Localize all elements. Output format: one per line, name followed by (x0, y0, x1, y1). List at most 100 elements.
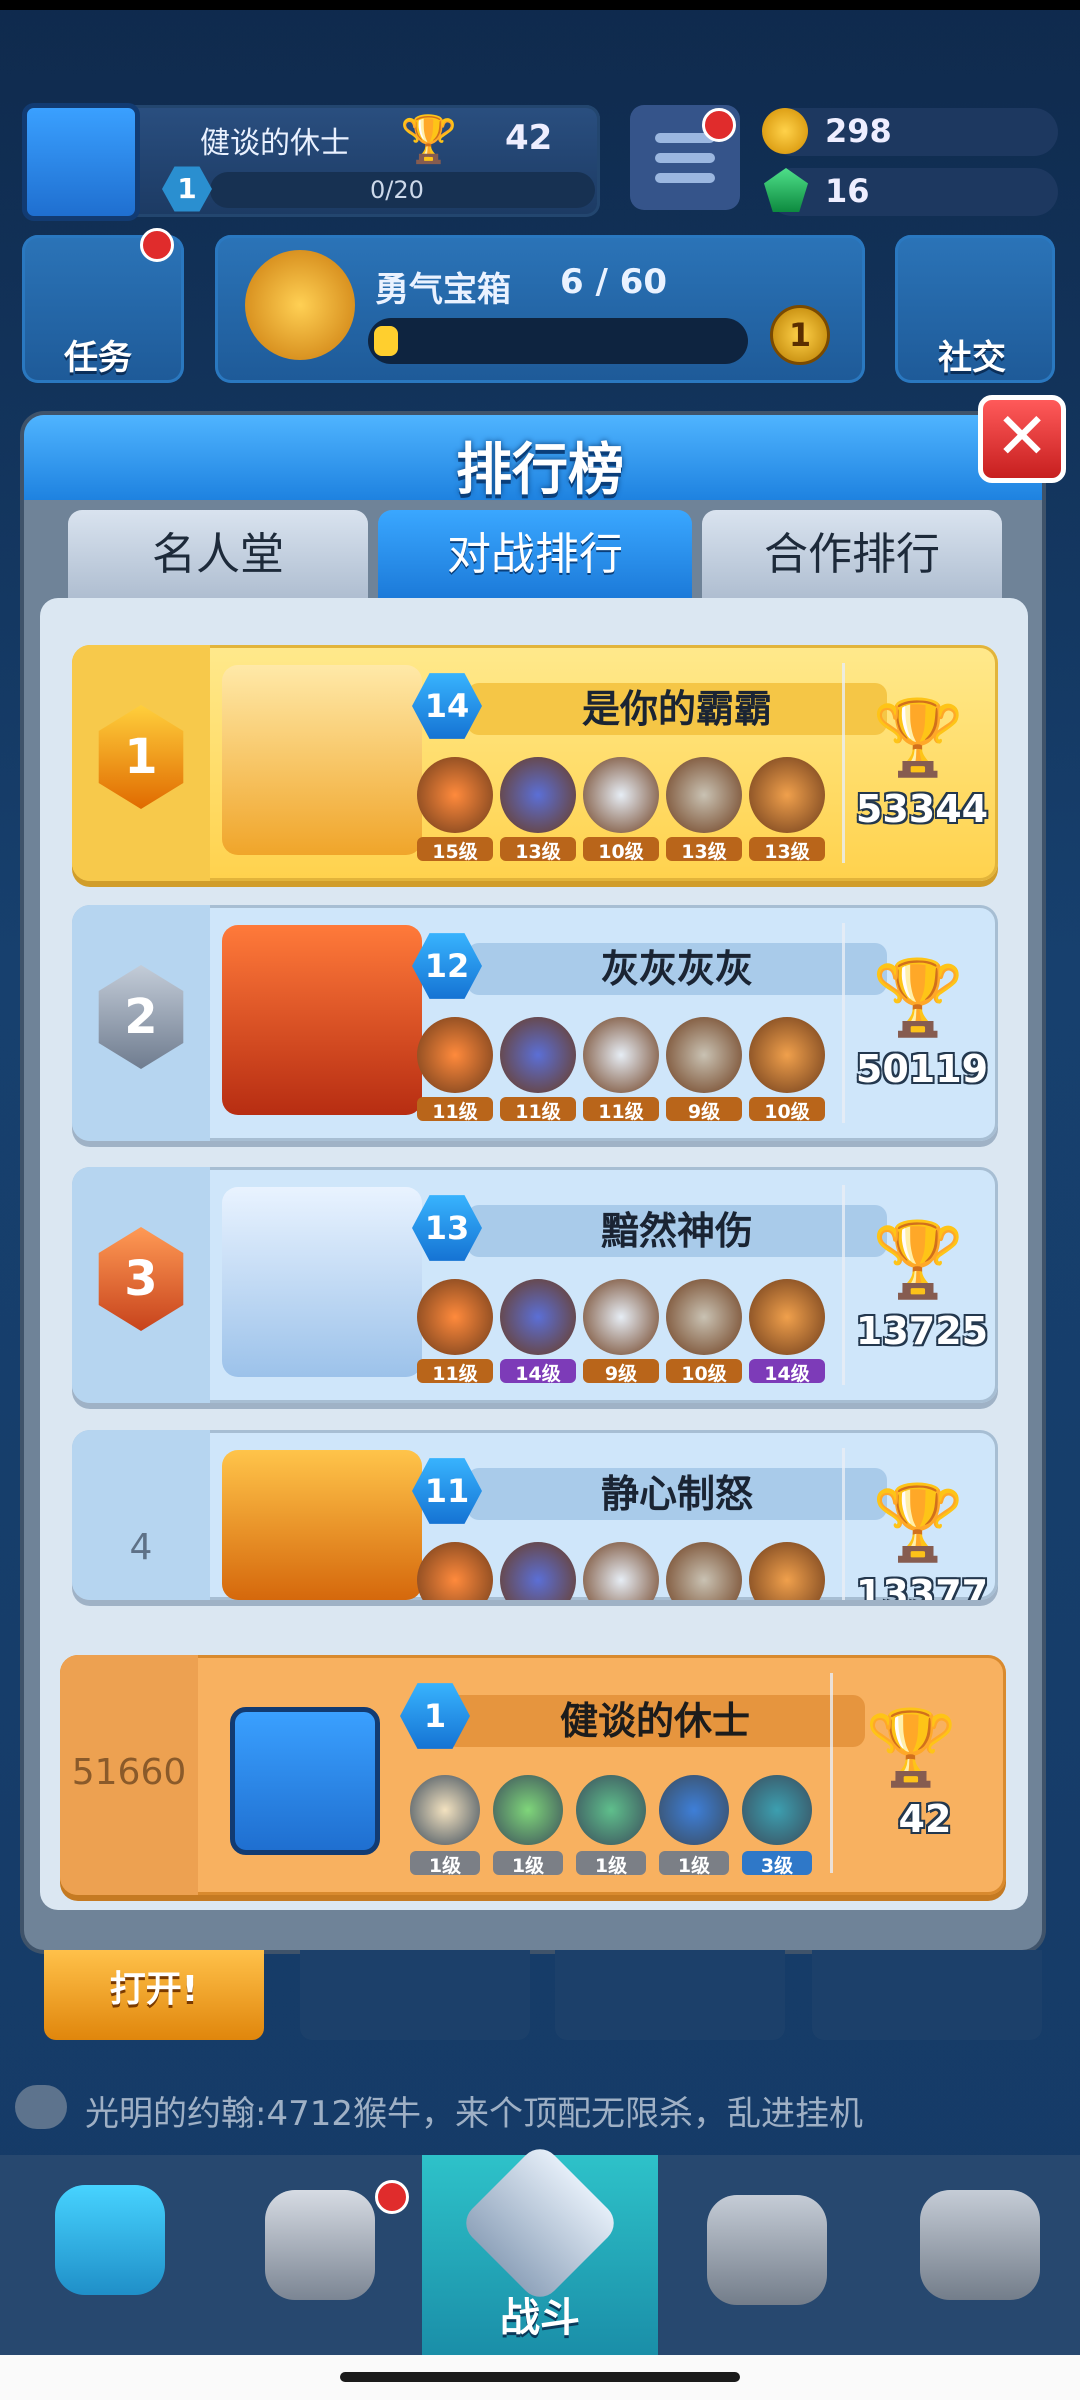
hero-icon (410, 1775, 480, 1845)
player-portrait (222, 925, 422, 1115)
divider (842, 1448, 845, 1600)
hero-icon (749, 1542, 825, 1600)
hero-icon (417, 1279, 493, 1355)
nav-rank[interactable] (662, 2160, 872, 2350)
sprout-box-icon (920, 2190, 1040, 2300)
chest-key-count: 1 (770, 305, 830, 365)
hero-level-label: 15级 (417, 837, 493, 863)
divider (842, 923, 845, 1123)
nav-base[interactable] (875, 2160, 1080, 2350)
gem-counter[interactable] (768, 168, 1058, 216)
tab-hall-of-fame[interactable]: 名人堂 (68, 510, 368, 600)
hero-level-label: 11级 (417, 1097, 493, 1123)
leaderboard-row[interactable]: 2 灰灰灰灰 12 11级 11级 11级 9级 10级 🏆 50119 (72, 905, 998, 1141)
trophy-icon: 🏆 (865, 1705, 958, 1791)
menu-line-icon (655, 153, 715, 163)
hero-level-label: 11级 (500, 1097, 576, 1123)
player-score: 50119 (855, 1047, 989, 1091)
coin-icon (762, 108, 808, 154)
my-rank-row[interactable]: 51660 健谈的休士 1 1级 1级 1级 1级 3级 🏆 42 (60, 1655, 1006, 1895)
player-name: 灰灰灰灰 (467, 943, 887, 995)
hero-icon (493, 1775, 563, 1845)
hero-level-label: 13级 (666, 837, 742, 863)
player-score: 13377 (855, 1572, 989, 1600)
chat-bubble-icon[interactable] (15, 2085, 67, 2129)
hero-icon (500, 1017, 576, 1093)
menu-line-icon (655, 173, 715, 183)
hero-icon (583, 1017, 659, 1093)
notification-dot (702, 108, 736, 142)
chest-title: 勇气宝箱 (375, 270, 511, 310)
hero-level-label: 11级 (417, 1359, 493, 1385)
nav-shop[interactable] (0, 2160, 210, 2350)
my-rank-number: 51660 (71, 1752, 187, 1793)
tab-battle-ranking[interactable]: 对战排行 (378, 510, 692, 600)
hero-icon (583, 1542, 659, 1600)
my-score: 42 (898, 1797, 952, 1841)
leaderboard-row[interactable]: 3 黯然神伤 13 11级 14级 9级 10级 14级 🏆 13725 (72, 1167, 998, 1403)
hero-level-label: 1级 (576, 1851, 646, 1877)
hero-level-label: 1级 (493, 1851, 563, 1877)
coin-counter[interactable] (768, 108, 1058, 156)
notification-dot (140, 228, 174, 262)
gem-value: 16 (825, 172, 870, 210)
hero-icon (500, 1279, 576, 1355)
divider (830, 1673, 833, 1873)
close-icon: ✕ (995, 400, 1049, 474)
player-trophies: 42 (505, 118, 553, 158)
knight-helmet-icon (265, 2190, 375, 2300)
chest-slot[interactable] (300, 1950, 530, 2040)
chest-progress-bar (368, 318, 748, 364)
player-name: 是你的霸霸 (467, 683, 887, 735)
modal-title: 排行榜 (456, 438, 624, 503)
tasks-label: 任务 (64, 338, 132, 378)
open-chest-button[interactable]: 打开! (44, 1950, 264, 2040)
hero-icon (583, 1279, 659, 1355)
hero-icon (500, 1542, 576, 1600)
player-portrait (222, 1450, 422, 1600)
player-name: 黯然神伤 (467, 1205, 887, 1257)
hero-icon (417, 757, 493, 833)
status-bar (0, 0, 1080, 10)
xp-text: 0/20 (370, 176, 424, 204)
divider (842, 663, 845, 863)
player-avatar[interactable] (22, 103, 140, 221)
treasure-chest-icon (55, 2185, 165, 2295)
chest-slot[interactable] (812, 1950, 1042, 2040)
chest-progress-text: 6 / 60 (560, 262, 668, 302)
hero-icon (666, 1542, 742, 1600)
hero-icon (666, 1017, 742, 1093)
tab-coop-ranking[interactable]: 合作排行 (702, 510, 1002, 600)
trophy-icon: 🏆 (872, 695, 965, 781)
hero-level-label: 14级 (500, 1359, 576, 1385)
hero-lineup: 15级 13级 10级 13级 13级 (417, 757, 897, 867)
hero-level-label: 10级 (583, 837, 659, 863)
nav-heroes[interactable] (215, 2160, 425, 2350)
hero-icon (583, 757, 659, 833)
hero-icon (576, 1775, 646, 1845)
hero-level-label: 9级 (583, 1359, 659, 1385)
chat-message[interactable]: 光明的约翰:4712猴牛，来个顶配无限杀，乱进挂机 (85, 2086, 863, 2135)
crossed-swords-icon (457, 2140, 623, 2306)
chest-slot[interactable] (555, 1950, 785, 2040)
nav-battle-label: 战斗 (500, 2295, 580, 2341)
hero-icon (742, 1775, 812, 1845)
player-portrait (222, 665, 422, 855)
player-name: 健谈的休士 (200, 126, 350, 161)
rank-number: 4 (129, 1527, 153, 1568)
trophy-icon: 🏆 (400, 112, 458, 166)
close-button[interactable]: ✕ (978, 395, 1066, 483)
my-hero-lineup: 1级 1级 1级 1级 3级 (410, 1775, 890, 1885)
leaderboard-row[interactable]: 4 静心制怒 11 🏆 13377 (72, 1430, 998, 1600)
leaderboard-row[interactable]: 1 是你的霸霸 14 15级 13级 10级 13级 13级 🏆 53344 (72, 645, 998, 881)
player-score: 13725 (855, 1309, 989, 1353)
social-label: 社交 (938, 338, 1006, 378)
player-portrait (222, 1187, 422, 1377)
hero-level-label: 1级 (659, 1851, 729, 1877)
hero-lineup: 11级 14级 9级 10级 14级 (417, 1279, 897, 1389)
hero-icon (749, 757, 825, 833)
hero-level-label: 1级 (410, 1851, 480, 1877)
hero-icon (749, 1017, 825, 1093)
home-indicator[interactable] (340, 2372, 740, 2382)
trophy-icon: 🏆 (872, 1480, 965, 1566)
